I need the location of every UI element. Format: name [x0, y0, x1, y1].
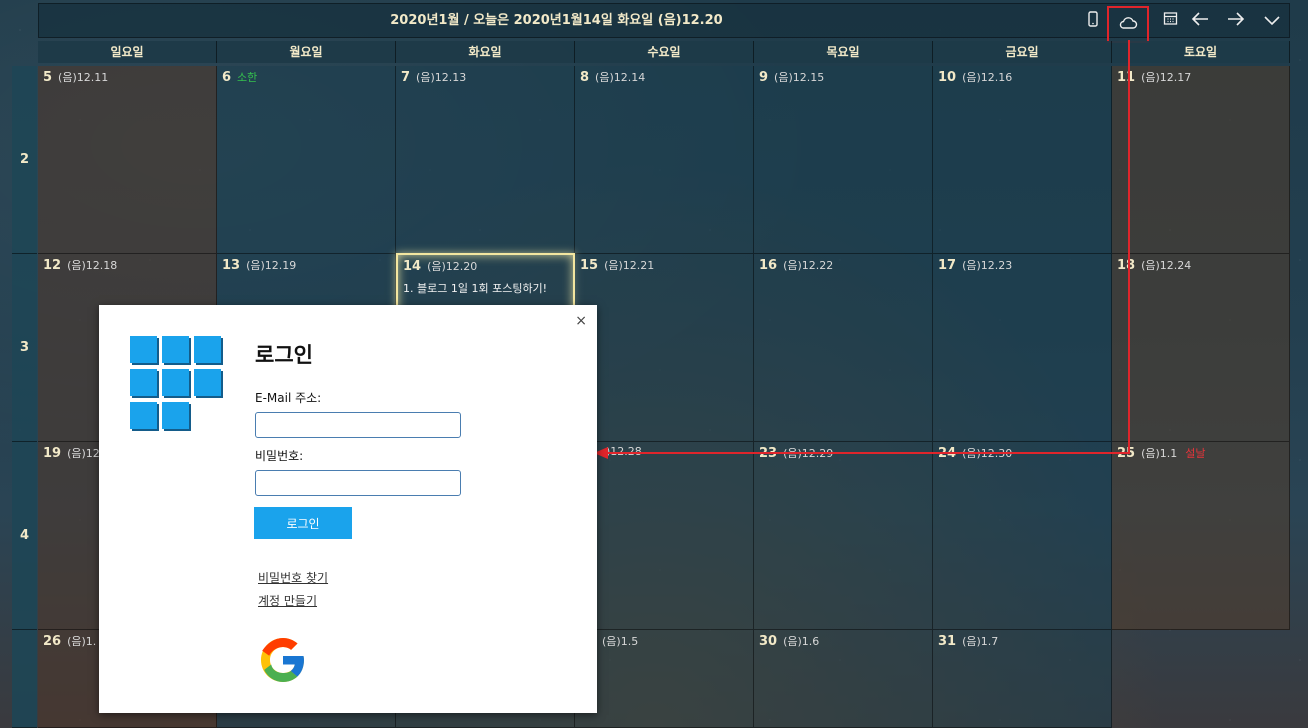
lunar-date: (음)12.24	[1141, 259, 1192, 272]
day-number: 19	[43, 446, 62, 461]
lunar-date: (음)1.7	[962, 635, 999, 648]
day-cell[interactable]: 15 (음)12.21	[575, 254, 754, 442]
day-number: 7	[401, 70, 411, 85]
lunar-date: (음)12.13	[416, 71, 467, 84]
lunar-date: (음)12.23	[962, 259, 1013, 272]
day-number: 26	[43, 634, 62, 649]
lunar-date: (음)1.6	[783, 635, 820, 648]
lunar-date: (음)12.20	[427, 260, 478, 273]
calendar-title: 2020년1월 / 오늘은 2020년1월14일 화요일 (음)12.20	[390, 13, 723, 28]
day-cell[interactable]: (음)1.5	[575, 630, 754, 728]
weekday-header-sun: 일요일	[38, 41, 217, 63]
next-month-button[interactable]	[1219, 4, 1253, 37]
day-number: 10	[938, 70, 957, 85]
password-field[interactable]	[255, 470, 461, 496]
week-number: 2	[12, 66, 37, 254]
day-number: 6	[222, 70, 232, 85]
day-cell[interactable]: 31 (음)1.7	[933, 630, 1112, 728]
cloud-sync-button[interactable]	[1107, 6, 1149, 43]
app-logo	[130, 336, 226, 432]
lunar-date: (음)1.1	[1141, 447, 1178, 460]
weekday-header-sat: 토요일	[1112, 41, 1290, 63]
day-cell[interactable]: 17 (음)12.23	[933, 254, 1112, 442]
annotation-line	[606, 452, 1130, 454]
lunar-date: (음)12.17	[1141, 71, 1192, 84]
day-number: 15	[580, 258, 599, 273]
annotation-line	[1128, 40, 1130, 453]
lunar-date: (음)12.18	[67, 259, 118, 272]
email-field[interactable]	[255, 412, 461, 438]
password-label: 비밀번호:	[255, 449, 304, 463]
previous-month-button[interactable]	[1183, 4, 1217, 37]
cloud-icon	[1118, 15, 1138, 34]
week-number: 4	[12, 442, 37, 630]
weekday-header-fri: 금요일	[933, 41, 1112, 63]
lunar-date: (음)12.19	[246, 259, 297, 272]
calendar-grid-icon	[1163, 11, 1178, 30]
day-number: 16	[759, 258, 778, 273]
day-cell[interactable]: 30 (음)1.6	[754, 630, 933, 728]
more-menu-button[interactable]	[1255, 4, 1289, 37]
holiday-label: 설날	[1185, 447, 1206, 460]
day-cell[interactable]: 16 (음)12.22	[754, 254, 933, 442]
lunar-date: (음)12.15	[774, 71, 825, 84]
day-number: 9	[759, 70, 769, 85]
holiday-label: 소한	[237, 71, 258, 84]
day-cell[interactable]: 18 (음)12.24	[1112, 254, 1290, 442]
event-item[interactable]: 1. 블로그 1일 1회 포스팅하기!	[403, 280, 568, 296]
weekday-header-mon: 월요일	[217, 41, 396, 63]
day-number: 13	[222, 258, 241, 273]
week-number	[12, 630, 37, 728]
lunar-date: (음)12	[67, 447, 100, 460]
month-view-button[interactable]	[1153, 4, 1187, 37]
email-label: E-Mail 주소:	[255, 391, 322, 405]
google-login-icon[interactable]	[259, 636, 307, 684]
day-number: 5	[43, 70, 53, 85]
day-number: 17	[938, 258, 957, 273]
day-cell[interactable]: 6 소한	[217, 66, 396, 254]
weekday-header-wed: 수요일	[575, 41, 754, 63]
create-account-link[interactable]: 계정 만들기	[258, 592, 317, 609]
day-cell[interactable]: )12.28	[575, 442, 754, 630]
day-cell[interactable]: 9 (음)12.15	[754, 66, 933, 254]
lunar-date: (음)12.16	[962, 71, 1013, 84]
calendar-header: 2020년1월 / 오늘은 2020년1월14일 화요일 (음)12.20	[38, 3, 1290, 43]
day-cell[interactable]: 24(음)12.30	[933, 442, 1112, 630]
day-cell[interactable]: 5 (음)12.11	[38, 66, 217, 254]
lunar-date: (음)1.5	[602, 635, 639, 648]
lunar-date: (음)12.21	[604, 259, 655, 272]
day-cell[interactable]: 25(음)1.1설날	[1112, 442, 1290, 630]
dialog-title: 로그인	[255, 343, 313, 367]
day-number: 14	[403, 259, 422, 274]
weekday-header-thu: 목요일	[754, 41, 933, 63]
day-number: 11	[1117, 70, 1136, 85]
lunar-date: (음)12.11	[58, 71, 109, 84]
find-password-link[interactable]: 비밀번호 찾기	[258, 569, 328, 586]
day-cell[interactable]: 7 (음)12.13	[396, 66, 575, 254]
day-number: 30	[759, 634, 778, 649]
day-number: 12	[43, 258, 62, 273]
lunar-date: (음)1.	[67, 635, 97, 648]
day-cell[interactable]: 11 (음)12.17	[1112, 66, 1290, 254]
lunar-date: (음)12.14	[595, 71, 646, 84]
close-icon[interactable]: ×	[575, 313, 587, 329]
day-number: 31	[938, 634, 957, 649]
phone-icon	[1087, 10, 1099, 31]
day-cell[interactable]: 23(음)12.29	[754, 442, 933, 630]
day-cell[interactable]: 10 (음)12.16	[933, 66, 1112, 254]
arrow-right-icon	[1227, 11, 1245, 30]
phone-view-button[interactable]	[1076, 4, 1110, 37]
login-dialog: × 로그인 E-Mail 주소: 비밀번호: 로그인 비밀번호 찾기 계정 만들…	[99, 305, 597, 713]
day-number: 18	[1117, 258, 1136, 273]
login-button[interactable]: 로그인	[254, 507, 352, 539]
arrow-left-icon	[1191, 11, 1209, 30]
week-number: 3	[12, 254, 37, 442]
day-number: 8	[580, 70, 590, 85]
chevron-down-icon	[1264, 11, 1280, 30]
weekday-header-tue: 화요일	[396, 41, 575, 63]
lunar-date: (음)12.22	[783, 259, 834, 272]
day-cell[interactable]: 8 (음)12.14	[575, 66, 754, 254]
